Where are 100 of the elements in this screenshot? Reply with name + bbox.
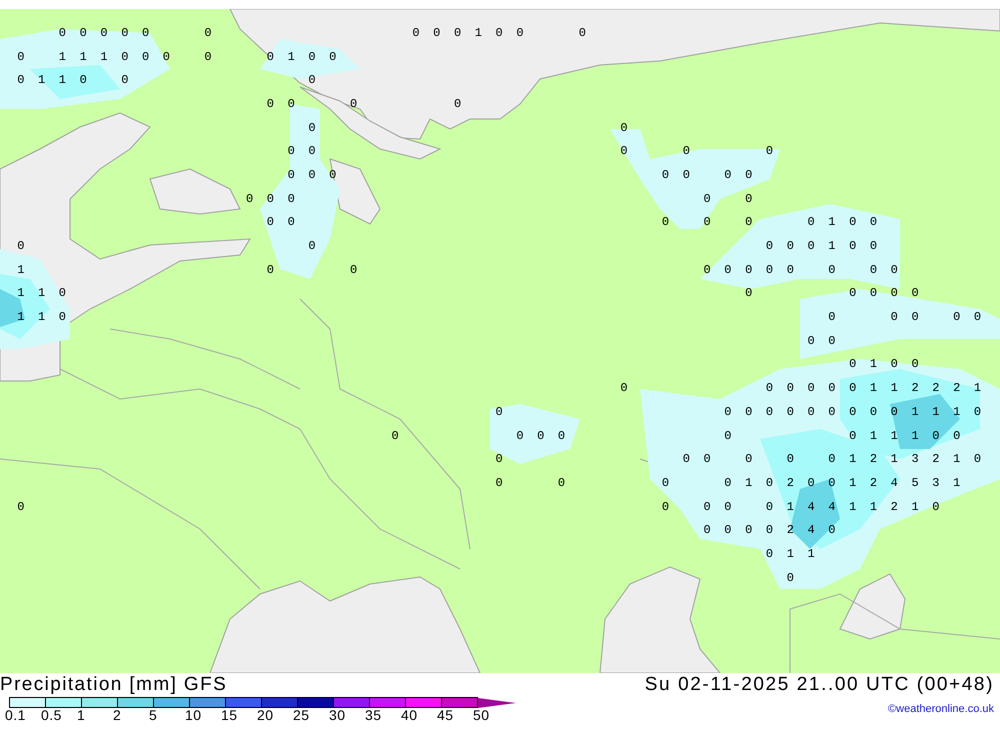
value-label: 0 <box>308 145 316 158</box>
value-label: 0 <box>162 50 170 63</box>
credit-link[interactable]: ©weatheronline.co.uk <box>888 703 994 715</box>
scale-label: 20 <box>257 708 275 723</box>
scale-label: 25 <box>293 708 311 723</box>
value-label: 0 <box>828 406 836 418</box>
value-label: 0 <box>516 430 524 442</box>
value-label: 1 <box>890 430 898 442</box>
value-label: 0 <box>890 358 898 370</box>
value-label: 0 <box>766 500 774 513</box>
value-label: 0 <box>745 406 752 418</box>
value-label: 0 <box>828 453 836 466</box>
value-label: 0 <box>724 264 732 276</box>
valid-time: Su 02-11-2025 21..00 UTC (00+48) <box>644 675 994 695</box>
value-label: 0 <box>329 50 336 63</box>
value-label: 1 <box>288 50 295 63</box>
scale-label: 0.5 <box>41 708 63 723</box>
value-label: 1 <box>849 500 856 513</box>
value-label: 2 <box>890 500 898 513</box>
value-label: 0 <box>454 98 462 110</box>
scale-label: 45 <box>437 708 455 723</box>
value-label: 0 <box>724 406 732 418</box>
scale-label: 1 <box>77 708 86 723</box>
value-label: 4 <box>890 476 898 489</box>
value-label: 0 <box>870 240 878 252</box>
value-label: 1 <box>953 476 960 489</box>
value-label: 0 <box>870 287 878 300</box>
value-label: 0 <box>953 311 960 324</box>
value-label: 0 <box>849 240 856 252</box>
value-label: 0 <box>58 287 66 300</box>
value-label: 0 <box>745 287 752 300</box>
value-label: 0 <box>704 453 711 466</box>
value-label: 1 <box>890 453 898 466</box>
arrow-icon <box>478 698 516 708</box>
value-label: 0 <box>745 192 752 205</box>
value-label: 1 <box>17 311 24 324</box>
value-label: 0 <box>828 382 836 394</box>
scale-label: 50 <box>473 708 491 723</box>
value-label: 0 <box>704 524 711 536</box>
value-label: 0 <box>890 311 898 324</box>
value-label: 1 <box>849 453 856 466</box>
value-label: 0 <box>308 240 316 252</box>
value-label: 0 <box>288 145 295 158</box>
value-label: 0 <box>704 192 711 205</box>
value-label: 0 <box>58 311 66 324</box>
value-label: 0 <box>828 524 836 536</box>
value-label: 0 <box>620 145 628 158</box>
value-label: 1 <box>58 50 66 63</box>
value-label: 2 <box>870 476 878 489</box>
value-label: 0 <box>58 26 66 39</box>
value-label: 0 <box>392 430 399 442</box>
value-label: 0 <box>786 264 794 276</box>
scale-label: 0.1 <box>5 708 27 723</box>
value-label: 0 <box>870 406 878 418</box>
value-label: 0 <box>786 240 794 252</box>
value-label: 0 <box>766 145 774 158</box>
value-label: 4 <box>828 500 836 513</box>
value-label: 0 <box>496 453 503 466</box>
value-label: 0 <box>766 406 774 418</box>
value-label: 0 <box>662 216 670 228</box>
value-label: 0 <box>745 524 752 536</box>
value-label: 1 <box>911 500 919 513</box>
value-label: 0 <box>974 406 982 418</box>
value-label: 0 <box>766 524 774 536</box>
value-label: 0 <box>704 500 711 513</box>
value-label: 0 <box>516 26 524 39</box>
value-label: 1 <box>786 500 794 513</box>
scale-label: 2 <box>113 708 122 723</box>
value-label: 0 <box>828 311 836 324</box>
value-label: 1 <box>890 382 898 394</box>
value-label: 1 <box>870 430 878 442</box>
value-label: 0 <box>807 240 815 252</box>
value-label: 0 <box>350 264 358 276</box>
value-label: 0 <box>246 192 254 205</box>
value-label: 0 <box>974 453 982 466</box>
value-label: 1 <box>58 74 66 86</box>
value-label: 0 <box>682 453 690 466</box>
value-label: 0 <box>911 358 919 370</box>
value-label: 0 <box>724 168 732 181</box>
value-label: 0 <box>766 476 774 489</box>
value-label: 0 <box>766 264 774 276</box>
value-label: 0 <box>870 264 878 276</box>
value-label: 1 <box>849 476 856 489</box>
value-label: 0 <box>724 524 732 536</box>
value-label: 4 <box>807 500 815 513</box>
value-label: 0 <box>807 406 815 418</box>
value-label: 0 <box>308 168 316 181</box>
value-label: 1 <box>828 216 836 228</box>
value-label: 0 <box>662 168 670 181</box>
value-label: 0 <box>704 216 711 228</box>
value-label: 0 <box>932 430 940 442</box>
value-label: 0 <box>121 50 128 63</box>
value-label: 0 <box>849 430 856 442</box>
value-label: 1 <box>38 287 46 300</box>
value-label: 0 <box>807 382 815 394</box>
value-label: 0 <box>766 240 774 252</box>
value-label: 3 <box>911 453 919 466</box>
legend-title: Precipitation [mm] GFS <box>0 675 228 695</box>
value-label: 0 <box>662 500 670 513</box>
value-label: 0 <box>558 430 566 442</box>
